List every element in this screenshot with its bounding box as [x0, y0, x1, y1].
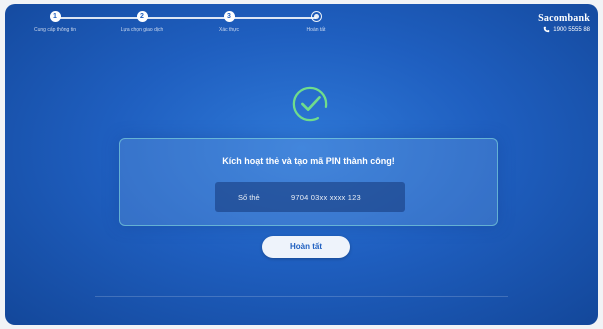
hotline: 1900 5555 88	[538, 26, 590, 33]
card-number-value: 9704 03xx xxxx 123	[291, 193, 361, 202]
app-window: 1 Cung cấp thông tin 2 Lựa chọn giao dịc…	[5, 4, 598, 325]
step-marker: 1	[49, 11, 61, 22]
step-label: Hoàn tất	[306, 27, 326, 33]
step-complete: Hoàn tất	[276, 11, 356, 33]
step-label: Cung cấp thông tin	[34, 27, 76, 33]
step-verify: 3 Xác thực	[189, 11, 269, 33]
hotline-number: 1900 5555 88	[553, 26, 590, 33]
step-marker: 2	[136, 11, 148, 22]
card-number-label: Số thẻ	[238, 193, 260, 202]
check-circle-icon	[292, 86, 328, 122]
step-select-transaction: 2 Lựa chọn giao dịch	[102, 11, 182, 33]
step-marker-current	[310, 11, 322, 22]
progress-stepper: 1 Cung cấp thông tin 2 Lựa chọn giao dịc…	[5, 4, 365, 44]
phone-icon	[543, 26, 550, 33]
step-label: Lựa chọn giao dịch	[120, 27, 164, 33]
success-title: Kích hoạt thẻ và tạo mã PIN thành công!	[222, 156, 395, 166]
done-button[interactable]: Hoàn tất	[262, 236, 350, 258]
card-number-box: Số thẻ 9704 03xx xxxx 123	[215, 182, 405, 212]
success-card: Kích hoạt thẻ và tạo mã PIN thành công! …	[119, 138, 498, 226]
divider	[95, 296, 508, 297]
step-provide-info: 1 Cung cấp thông tin	[15, 11, 95, 33]
step-label: Xác thực	[218, 27, 240, 33]
brand-block: Sacombank 1900 5555 88	[538, 13, 590, 33]
step-marker: 3	[223, 11, 235, 22]
brand-logo: Sacombank	[538, 13, 590, 24]
